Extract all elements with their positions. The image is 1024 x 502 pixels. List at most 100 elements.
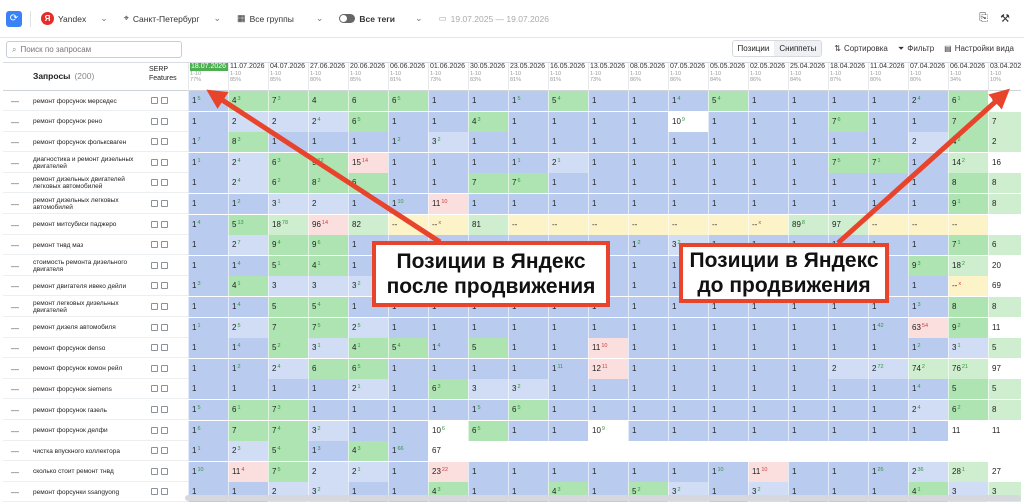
position-cell[interactable]: 142 [868, 317, 908, 338]
position-cell[interactable]: 513 [228, 214, 268, 235]
position-cell[interactable]: 24 [228, 152, 268, 173]
position-cell[interactable]: 62 [268, 173, 308, 194]
position-cell[interactable]: 1 [548, 420, 588, 441]
position-cell[interactable]: 1 [668, 194, 708, 214]
position-cell[interactable]: 15 [468, 400, 508, 420]
tools-button[interactable]: ⚒ [994, 7, 1016, 31]
position-cell[interactable]: 5 [988, 338, 1021, 359]
position-cell[interactable]: 96 [308, 235, 348, 256]
position-cell[interactable] [668, 441, 708, 462]
position-cell[interactable]: 32 [308, 420, 348, 441]
position-cell[interactable] [988, 214, 1021, 235]
position-cell[interactable]: 14 [228, 297, 268, 317]
table-row[interactable]: — ремонт митсубиси паджеро 14 513 1878 9614 82… [3, 214, 1021, 236]
position-cell[interactable]: 97 [988, 358, 1021, 379]
position-cell[interactable]: 1 [388, 400, 428, 420]
position-cell[interactable]: -- [388, 214, 428, 235]
position-cell[interactable]: 1 [628, 194, 668, 214]
date-column-header[interactable]: 30.05.2026 1-10 83% [468, 63, 508, 91]
position-cell[interactable]: 1 [748, 173, 788, 194]
position-cell[interactable]: 61 [228, 400, 268, 420]
position-cell[interactable]: 109 [588, 420, 628, 441]
query-text[interactable]: диагностика и ремонт дизельных двигателе… [33, 153, 145, 173]
position-cell[interactable]: 1 [868, 173, 908, 194]
position-cell[interactable]: 1 [908, 152, 948, 173]
position-cell[interactable]: 51 [268, 255, 308, 276]
date-column-header[interactable]: 05.05.2026 1-10 84% [708, 63, 748, 91]
position-cell[interactable]: 3 [308, 276, 348, 297]
position-cell[interactable]: 1 [308, 400, 348, 420]
row-collapse-icon[interactable]: — [11, 488, 19, 497]
position-cell[interactable]: 14 [908, 379, 948, 400]
position-cell[interactable]: 54 [548, 91, 588, 111]
position-cell[interactable]: 1 [348, 400, 388, 420]
position-cell[interactable]: 1 [788, 152, 828, 173]
position-cell[interactable]: 7 [228, 420, 268, 441]
position-cell[interactable]: 1514 [348, 152, 388, 173]
date-column-header[interactable]: 25.04.2026 1-10 84% [788, 63, 828, 91]
date-column-header[interactable]: 20.06.2026 1-10 85% [348, 63, 388, 91]
position-cell[interactable]: 1 [388, 111, 428, 132]
position-cell[interactable]: 1 [468, 194, 508, 214]
query-text[interactable]: ремонт дизельных двигателей легковых авт… [33, 173, 145, 193]
date-column-header[interactable]: 18.07.2026 1-10 77% [188, 63, 228, 91]
position-cell[interactable]: 1 [588, 132, 628, 153]
date-column-header[interactable]: 07.04.2026 1-10 80% [908, 63, 948, 91]
position-cell[interactable]: 20 [988, 255, 1021, 276]
position-cell[interactable]: 1 [548, 173, 588, 194]
position-cell[interactable]: 1 [708, 379, 748, 400]
row-collapse-icon[interactable]: — [11, 221, 19, 230]
position-cell[interactable]: 1 [628, 358, 668, 379]
position-cell[interactable]: 1 [508, 194, 548, 214]
position-cell[interactable]: 1110 [588, 338, 628, 359]
table-row[interactable]: — сколько стоит ремонт тнвд 110 114 75 2 21 1 23… [3, 461, 1021, 483]
position-cell[interactable]: 2 [828, 358, 868, 379]
position-cell[interactable] [588, 441, 628, 462]
position-cell[interactable]: 41 [228, 276, 268, 297]
position-cell[interactable]: 1 [668, 173, 708, 194]
position-cell[interactable]: 1 [628, 379, 668, 400]
position-cell[interactable]: -- [708, 214, 748, 235]
position-cell[interactable]: 1 [748, 358, 788, 379]
query-text[interactable]: ремонт форсунок рено [33, 112, 145, 132]
position-cell[interactable]: 1 [628, 297, 668, 317]
position-cell[interactable]: 1 [548, 461, 588, 482]
position-cell[interactable]: --x [948, 276, 988, 297]
position-cell[interactable]: 1 [628, 276, 668, 297]
position-cell[interactable]: 1 [548, 379, 588, 400]
position-cell[interactable]: 65 [388, 91, 428, 111]
position-cell[interactable]: 1 [428, 152, 468, 173]
position-cell[interactable]: 1 [508, 461, 548, 482]
position-cell[interactable]: 126 [868, 461, 908, 482]
position-cell[interactable]: 1110 [748, 461, 788, 482]
position-cell[interactable]: 1 [868, 338, 908, 359]
position-cell[interactable]: 111 [548, 358, 588, 379]
table-row[interactable]: — ремонт дизеля автомобиля 11 25 7 75 25 1 1 1 1 1 1… [3, 317, 1021, 339]
position-cell[interactable]: 27 [228, 235, 268, 256]
position-cell[interactable]: 1 [308, 379, 348, 400]
query-text[interactable]: сколько стоит ремонт тнвд [33, 462, 145, 482]
position-cell[interactable]: 14 [668, 91, 708, 111]
position-cell[interactable]: 13 [908, 297, 948, 317]
position-cell[interactable]: 1 [708, 338, 748, 359]
position-cell[interactable]: 109 [668, 111, 708, 132]
position-cell[interactable]: 1 [548, 338, 588, 359]
position-cell[interactable]: 1 [588, 152, 628, 173]
position-cell[interactable]: 75 [828, 152, 868, 173]
position-cell[interactable]: 25 [228, 317, 268, 338]
position-cell[interactable]: 41 [308, 255, 348, 276]
position-cell[interactable]: 15 [188, 91, 228, 111]
position-cell[interactable]: 82 [308, 173, 348, 194]
position-cell[interactable]: 1 [348, 132, 388, 153]
position-cell[interactable]: 110 [188, 461, 228, 482]
date-column-header[interactable]: 03.04.20261-1010% [988, 63, 1021, 91]
position-cell[interactable]: 63 [268, 152, 308, 173]
position-cell[interactable]: 1 [468, 132, 508, 153]
position-cell[interactable]: 71 [868, 152, 908, 173]
position-cell[interactable]: 97 [828, 214, 868, 235]
position-cell[interactable]: 11 [188, 441, 228, 462]
position-cell[interactable]: 81 [468, 214, 508, 235]
date-column-header[interactable]: 04.07.2026 1-10 85% [268, 63, 308, 91]
position-cell[interactable]: 43 [348, 441, 388, 462]
position-cell[interactable]: 76 [828, 111, 868, 132]
